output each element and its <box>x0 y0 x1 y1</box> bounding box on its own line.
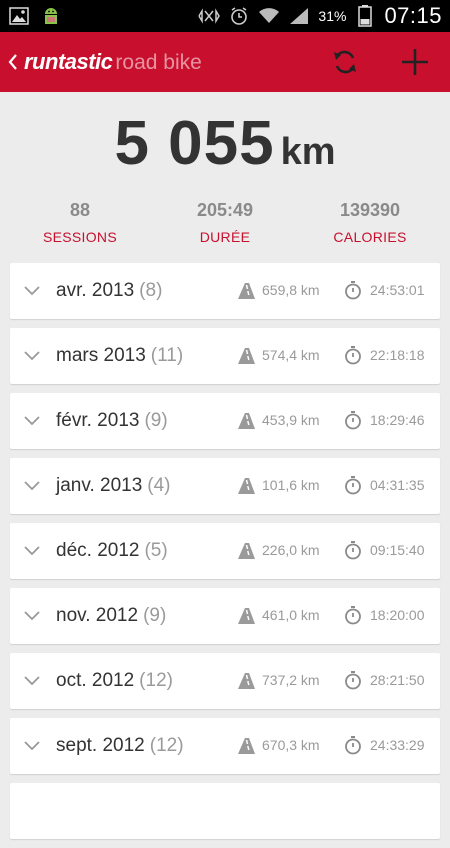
month-name: janv. 2013 <box>56 475 143 496</box>
chevron-down-icon <box>24 676 52 686</box>
back-chevron-icon[interactable] <box>2 32 24 92</box>
alarm-icon <box>228 5 250 27</box>
stat-sessions: 88 SESSIONS <box>30 200 130 245</box>
road-icon <box>236 347 256 370</box>
month-name: sept. 2012 <box>56 735 145 756</box>
chevron-down-icon <box>24 481 52 491</box>
month-duration: 04:31:35 <box>370 477 425 493</box>
month-duration: 18:20:00 <box>370 607 425 623</box>
chevron-down-icon <box>24 611 52 621</box>
stopwatch-icon <box>344 670 362 695</box>
android-debug-icon <box>40 5 62 27</box>
vibrate-icon <box>198 5 221 27</box>
month-distance: 226,0 km <box>262 542 320 558</box>
add-button[interactable] <box>380 32 450 92</box>
stat-calories: 139390 CALORIES <box>320 200 420 245</box>
month-distance: 737,2 km <box>262 672 320 688</box>
road-icon <box>236 737 256 760</box>
month-row[interactable]: mars 2013 (11) 574,4 km 22:18:18 <box>10 328 440 384</box>
total-distance-unit: km <box>280 131 336 173</box>
stopwatch-icon <box>344 345 362 370</box>
stat-label: DURÉE <box>199 229 251 245</box>
sync-button[interactable] <box>310 32 380 92</box>
stopwatch-icon <box>344 735 362 760</box>
brand-sub: road bike <box>115 51 202 74</box>
month-distance: 659,8 km <box>262 282 320 298</box>
status-bar: 31% 07:15 <box>0 0 450 32</box>
month-name: nov. 2012 <box>56 605 139 626</box>
signal-icon <box>288 5 310 27</box>
chevron-down-icon <box>24 546 52 556</box>
stat-label: CALORIES <box>333 229 407 245</box>
month-row-partial[interactable] <box>10 783 440 839</box>
app-brand[interactable]: runtastic road bike <box>24 49 202 75</box>
road-icon <box>236 412 256 435</box>
month-row[interactable]: sept. 2012 (12) 670,3 km 24:33:29 <box>10 718 440 774</box>
chevron-down-icon <box>24 286 52 296</box>
brand-logo: runtastic <box>24 49 113 74</box>
road-icon <box>236 477 256 500</box>
stopwatch-icon <box>344 540 362 565</box>
app-bar: runtastic road bike <box>0 32 450 92</box>
month-name: oct. 2012 <box>56 670 135 691</box>
month-duration: 09:15:40 <box>370 542 425 558</box>
month-session-count: (9) <box>143 605 167 626</box>
clock: 07:15 <box>384 3 442 28</box>
month-session-count: (8) <box>139 280 163 301</box>
month-row[interactable]: déc. 2012 (5) 226,0 km 09:15:40 <box>10 523 440 579</box>
month-row[interactable]: nov. 2012 (9) 461,0 km 18:20:00 <box>10 588 440 644</box>
month-session-count: (11) <box>150 345 184 366</box>
month-duration: 22:18:18 <box>370 347 425 363</box>
stat-value: 88 <box>69 200 91 220</box>
total-distance: 5 055 km <box>0 108 450 179</box>
stopwatch-icon <box>344 605 362 630</box>
road-icon <box>236 607 256 630</box>
month-distance: 574,4 km <box>262 347 320 363</box>
road-icon <box>236 542 256 565</box>
chevron-down-icon <box>24 416 52 426</box>
month-list: avr. 2013 (8) 659,8 km 24:53:01 mars 201… <box>10 263 440 848</box>
month-duration: 18:29:46 <box>370 412 425 428</box>
month-session-count: (9) <box>144 410 168 431</box>
stats-row: 88 SESSIONS 205:49 DURÉE 139390 CALORIES <box>0 200 450 245</box>
stopwatch-icon <box>344 280 362 305</box>
month-session-count: (5) <box>144 540 168 561</box>
stopwatch-icon <box>344 475 362 500</box>
stat-label: SESSIONS <box>43 229 117 245</box>
month-duration: 28:21:50 <box>370 672 425 688</box>
road-icon <box>236 672 256 695</box>
month-row[interactable]: févr. 2013 (9) 453,9 km 18:29:46 <box>10 393 440 449</box>
battery-percentage: 31% <box>318 8 347 24</box>
stat-value: 205:49 <box>196 200 254 220</box>
month-name: févr. 2013 <box>56 410 140 431</box>
chevron-down-icon <box>24 741 52 751</box>
month-distance: 453,9 km <box>262 412 320 428</box>
month-duration: 24:53:01 <box>370 282 425 298</box>
month-name: avr. 2013 <box>56 280 135 301</box>
month-distance: 461,0 km <box>262 607 320 623</box>
stat-value: 139390 <box>339 200 401 220</box>
sync-icon <box>334 50 356 74</box>
month-session-count: (4) <box>147 475 171 496</box>
month-row[interactable]: oct. 2012 (12) 737,2 km 28:21:50 <box>10 653 440 709</box>
add-icon <box>402 49 428 75</box>
road-icon <box>236 282 256 305</box>
battery-icon <box>354 5 376 27</box>
chevron-down-icon <box>24 351 52 361</box>
month-distance: 101,6 km <box>262 477 320 493</box>
stat-duration: 205:49 DURÉE <box>175 200 275 245</box>
month-name: déc. 2012 <box>56 540 140 561</box>
month-session-count: (12) <box>149 735 184 756</box>
wifi-icon <box>258 5 280 27</box>
month-row[interactable]: janv. 2013 (4) 101,6 km 04:31:35 <box>10 458 440 514</box>
month-distance: 670,3 km <box>262 737 320 753</box>
total-distance-value: 5 055 <box>114 109 275 178</box>
month-row[interactable]: avr. 2013 (8) 659,8 km 24:53:01 <box>10 263 440 319</box>
stopwatch-icon <box>344 410 362 435</box>
gallery-icon <box>8 5 30 27</box>
month-session-count: (12) <box>139 670 173 691</box>
month-name: mars 2013 <box>56 345 146 366</box>
month-duration: 24:33:29 <box>370 737 425 753</box>
